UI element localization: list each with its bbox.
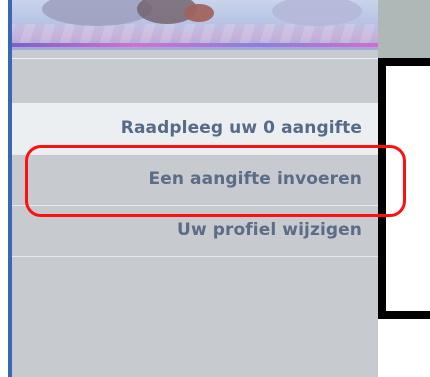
sidebar-item-label: Een aangifte invoeren [148, 169, 362, 189]
banner-shape [42, 0, 152, 26]
bottom-right-area [378, 319, 430, 377]
top-right-block [378, 0, 430, 58]
sidebar-item-label: Raadpleeg uw 0 aangifte [120, 118, 362, 138]
sidebar-item-profiel-wijzigen[interactable]: Uw profiel wijzigen [12, 206, 378, 257]
content-panel [386, 66, 430, 311]
content-frame-bottom [378, 311, 430, 319]
content-frame-left [378, 58, 386, 319]
left-edge [0, 0, 12, 377]
sidebar: Raadpleeg uw 0 aangifte Een aangifte inv… [12, 50, 378, 377]
banner-image [12, 0, 378, 50]
sidebar-item-aangifte-invoeren[interactable]: Een aangifte invoeren [12, 155, 378, 206]
banner-shape [184, 4, 214, 22]
banner-stripe [12, 43, 378, 47]
page: Raadpleeg uw 0 aangifte Een aangifte inv… [0, 0, 430, 377]
sidebar-header [12, 58, 378, 104]
sidebar-item-label: Uw profiel wijzigen [177, 220, 362, 240]
sidebar-item-raadpleeg-aangifte[interactable]: Raadpleeg uw 0 aangifte [12, 104, 378, 155]
banner-shape [272, 0, 362, 26]
